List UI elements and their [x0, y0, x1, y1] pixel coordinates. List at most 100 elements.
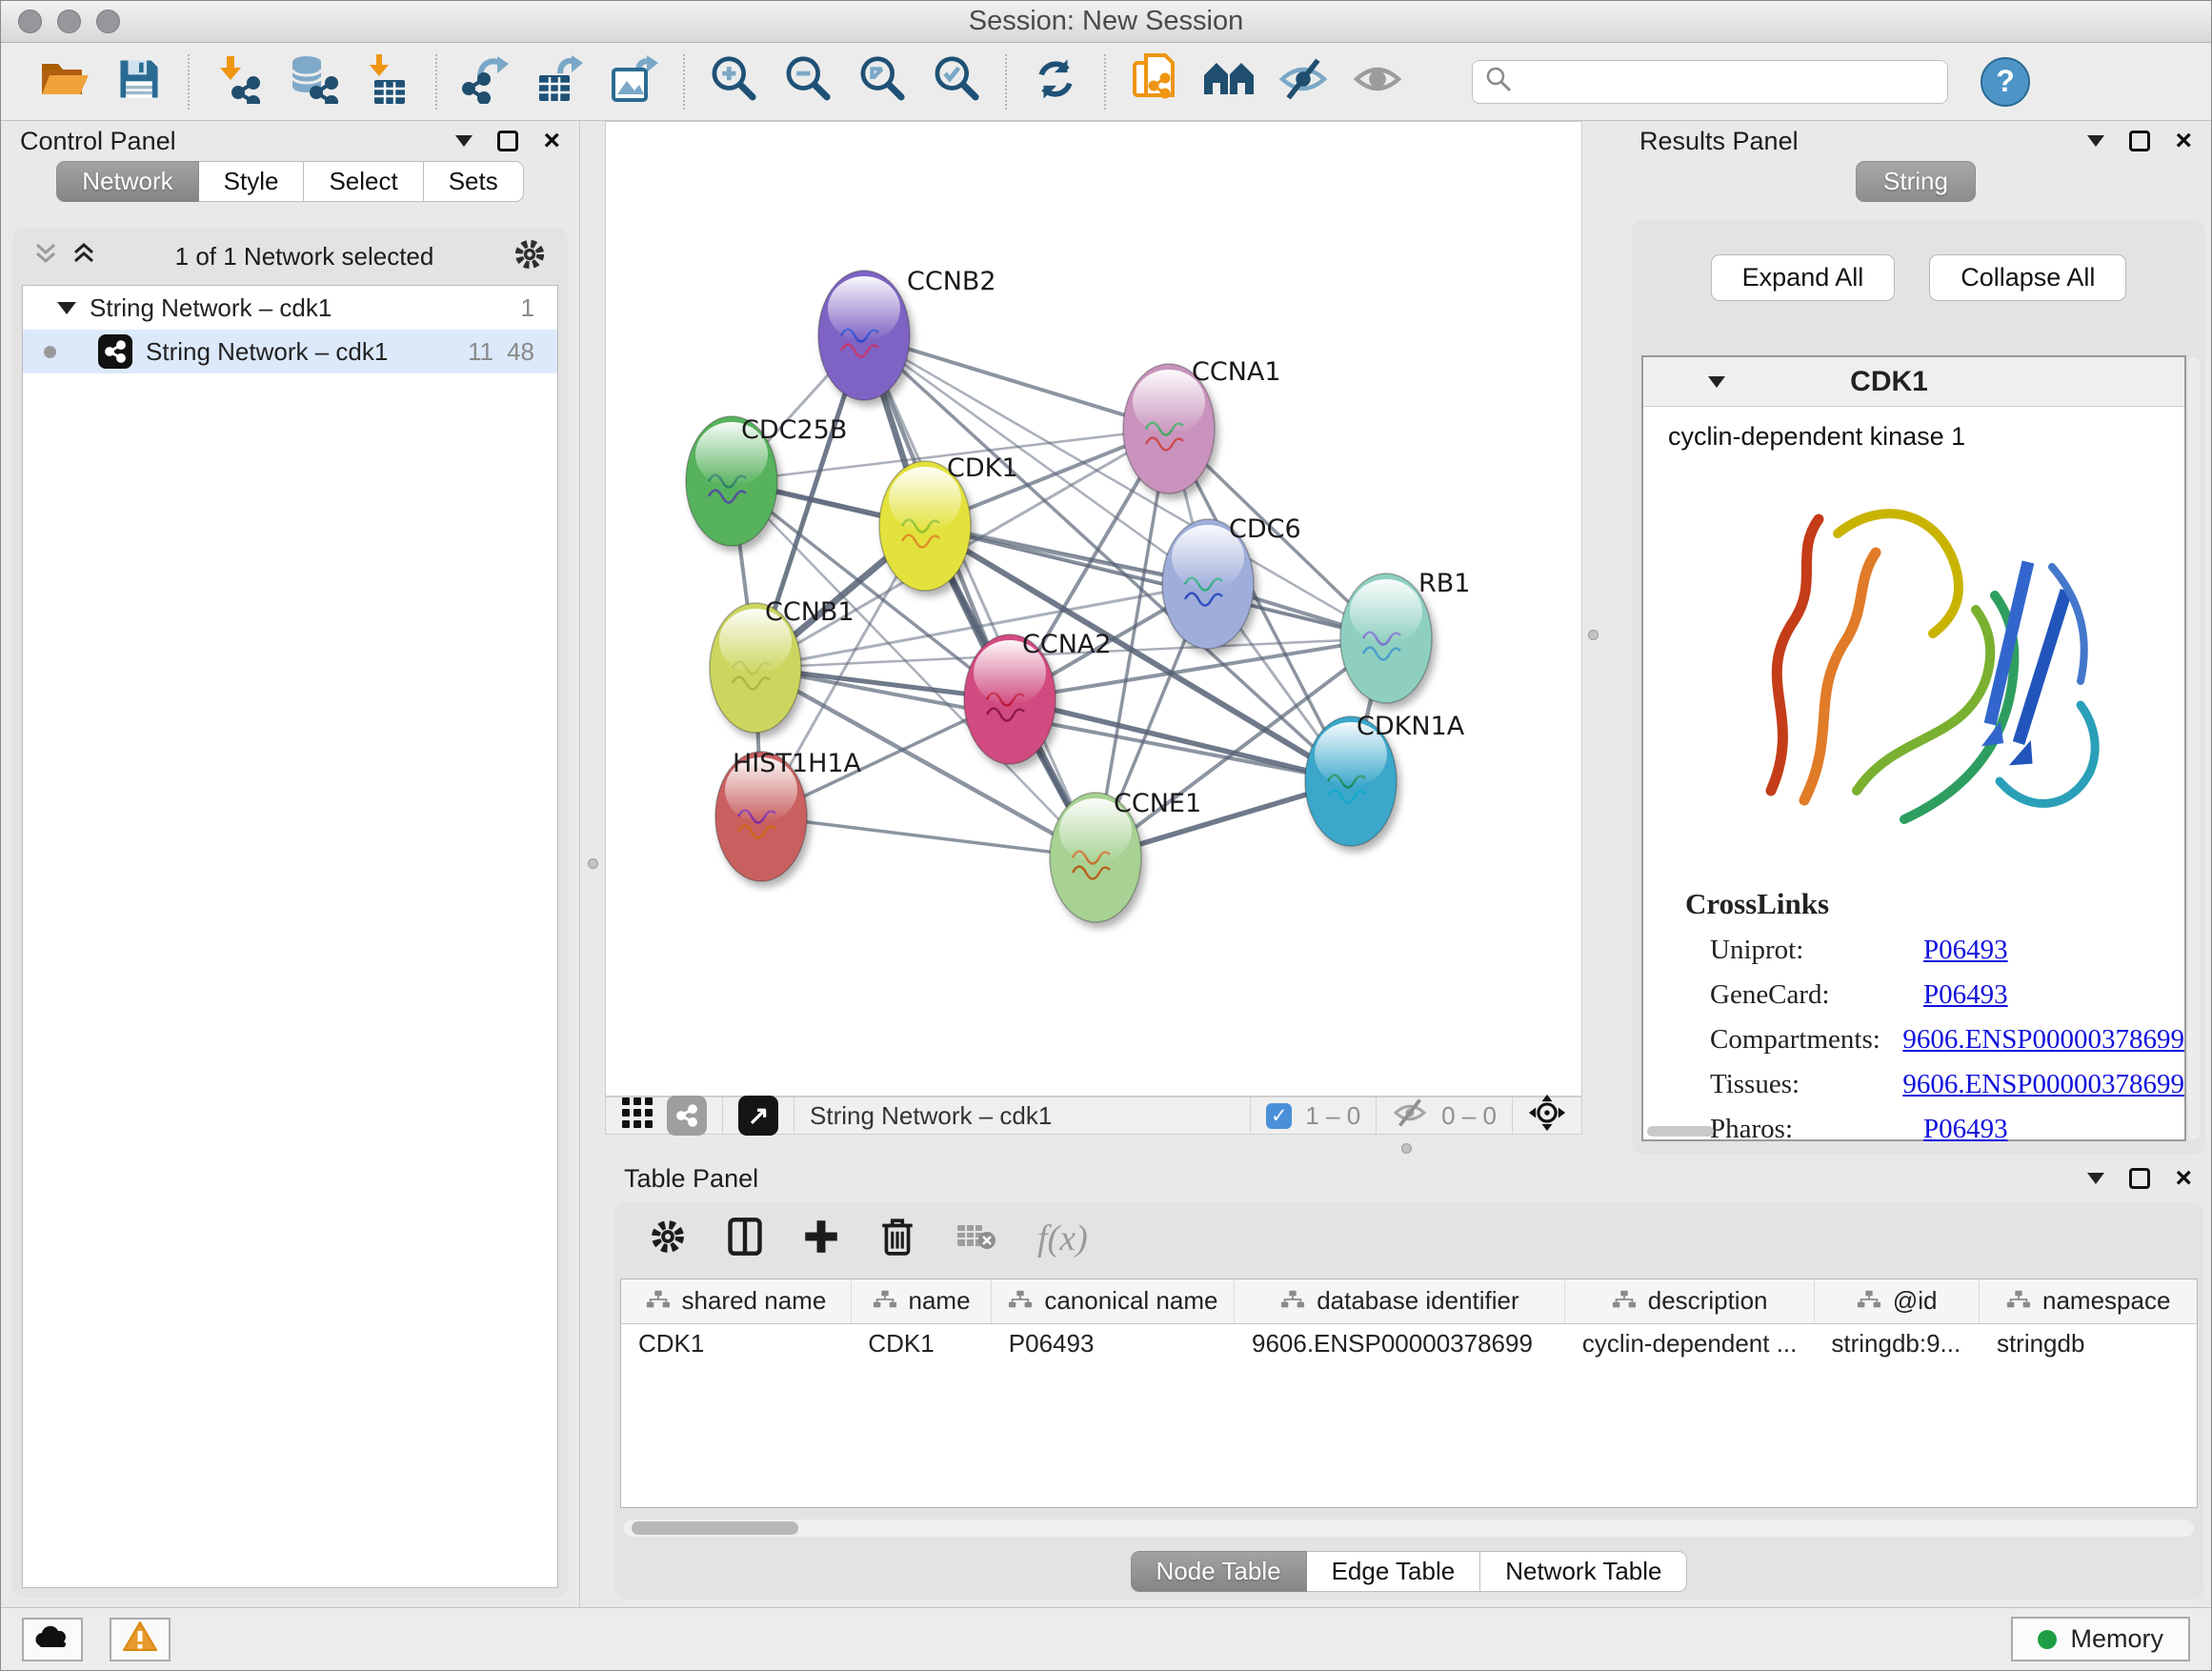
network-edge[interactable]	[864, 335, 1169, 429]
expand-all-networks-icon[interactable]	[71, 242, 96, 272]
bottom-splitter-handle[interactable]	[1401, 1143, 1412, 1154]
network-node-hist1h1a[interactable]: HIST1H1A	[715, 749, 862, 881]
table-cell[interactable]: stringdb:9...	[1814, 1323, 1980, 1363]
open-session-button[interactable]	[33, 50, 96, 113]
table-cell[interactable]: cyclin-dependent ...	[1565, 1323, 1814, 1363]
fit-content-button[interactable]	[851, 50, 914, 113]
table-cell[interactable]: CDK1	[621, 1323, 851, 1363]
selected-checkbox-icon[interactable]: ✓	[1266, 1103, 1292, 1129]
column-header-shared-name[interactable]: shared name	[621, 1279, 851, 1323]
memory-button[interactable]: Memory	[2011, 1617, 2190, 1661]
table-hscroll-thumb[interactable]	[632, 1521, 798, 1535]
crosslink-link[interactable]: P06493	[1923, 1114, 2008, 1145]
warnings-button[interactable]	[110, 1618, 171, 1661]
column-header-canonical-name[interactable]: canonical name	[992, 1279, 1235, 1323]
table-options-gear-icon[interactable]	[649, 1218, 687, 1260]
help-button[interactable]: ?	[1981, 57, 2030, 107]
float-panel-icon[interactable]	[2129, 1168, 2150, 1189]
close-panel-icon[interactable]: ×	[2175, 131, 2192, 151]
results-hscroll-thumb[interactable]	[1647, 1126, 1714, 1137]
cloud-status-button[interactable]	[22, 1618, 83, 1661]
export-network-button[interactable]	[454, 50, 517, 113]
create-column-icon[interactable]	[803, 1218, 839, 1259]
crosslink-row: Uniprot:P06493	[1685, 935, 2184, 966]
close-panel-icon[interactable]: ×	[543, 131, 560, 151]
export-image-button[interactable]	[603, 50, 666, 113]
gene-entry-header[interactable]: CDK1	[1643, 357, 2184, 407]
table-tab-network-table[interactable]: Network Table	[1480, 1551, 1687, 1592]
column-header-description[interactable]: description	[1565, 1279, 1814, 1323]
hide-selected-button[interactable]	[1272, 50, 1335, 113]
crosslink-link[interactable]: 9606.ENSP00000378699	[1902, 1069, 2184, 1100]
left-splitter-handle[interactable]	[588, 858, 598, 869]
control-tab-style[interactable]: Style	[199, 161, 305, 202]
network-row[interactable]: String Network – cdk1 11 48	[23, 330, 557, 373]
table-cell[interactable]: P06493	[992, 1323, 1235, 1363]
column-header-database-identifier[interactable]: database identifier	[1235, 1279, 1565, 1323]
search-input[interactable]	[1513, 67, 1936, 96]
collapse-all-networks-icon[interactable]	[33, 242, 58, 272]
detach-view-button[interactable]: ↗	[738, 1096, 778, 1136]
network-node-ccne1[interactable]: CCNE1	[1050, 789, 1201, 922]
collapse-all-button[interactable]: Collapse All	[1929, 254, 2126, 301]
control-tab-network[interactable]: Network	[56, 161, 198, 202]
network-edge[interactable]	[864, 335, 1096, 857]
network-node-rb1[interactable]: RB1	[1340, 569, 1470, 703]
panel-menu-icon[interactable]	[2087, 135, 2104, 147]
column-header-namespace[interactable]: namespace	[1980, 1279, 2197, 1323]
column-header-name[interactable]: name	[851, 1279, 992, 1323]
network-node-ccnb2[interactable]: CCNB2	[818, 267, 996, 400]
results-vscroll-track[interactable]	[2188, 357, 2200, 1139]
table-hscroll-track[interactable]	[624, 1520, 2194, 1537]
network-node-cdkn1a[interactable]: CDKN1A	[1305, 712, 1465, 846]
collapse-entry-icon[interactable]	[1708, 376, 1725, 388]
table-tab-node-table[interactable]: Node Table	[1131, 1551, 1307, 1592]
control-tab-sets[interactable]: Sets	[424, 161, 524, 202]
zoom-in-button[interactable]	[702, 50, 765, 113]
birdseye-crosshair-icon[interactable]	[1528, 1094, 1566, 1138]
birdseye-grid-icon[interactable]	[621, 1097, 654, 1136]
float-panel-icon[interactable]	[497, 131, 518, 151]
network-graph[interactable]: CCNB2CCNA1CDC25BCDK1CDC6RB1CCNB1CCNA2CDK…	[606, 122, 1583, 1097]
network-node-ccna1[interactable]: CCNA1	[1123, 357, 1281, 493]
table-cell[interactable]: 9606.ENSP00000378699	[1235, 1323, 1565, 1363]
import-network-file-button[interactable]	[207, 50, 270, 113]
network-options-gear-icon[interactable]	[513, 237, 547, 276]
network-node-ccna2[interactable]: CCNA2	[964, 630, 1112, 764]
network-edge[interactable]	[761, 816, 1096, 857]
network-overview-button[interactable]	[667, 1096, 707, 1136]
table-tab-edge-table[interactable]: Edge Table	[1307, 1551, 1481, 1592]
import-table-button[interactable]	[355, 50, 418, 113]
close-panel-icon[interactable]: ×	[2175, 1168, 2192, 1189]
first-neighbors-button[interactable]	[1197, 50, 1260, 113]
table-row[interactable]: CDK1CDK1P064939606.ENSP00000378699cyclin…	[621, 1323, 2197, 1363]
float-panel-icon[interactable]	[2129, 131, 2150, 151]
network-node-cdc25b[interactable]: CDC25B	[686, 415, 847, 546]
collection-expand-icon[interactable]	[57, 302, 76, 314]
show-columns-icon[interactable]	[727, 1217, 763, 1261]
save-session-button[interactable]	[108, 50, 171, 113]
crosslink-link[interactable]: P06493	[1923, 935, 2008, 966]
import-network-database-button[interactable]	[281, 50, 344, 113]
clone-network-button[interactable]	[1123, 50, 1186, 113]
table-cell[interactable]: stringdb	[1980, 1323, 2197, 1363]
panel-menu-icon[interactable]	[455, 135, 473, 147]
network-node-cdc6[interactable]: CDC6	[1162, 514, 1301, 649]
crosslink-link[interactable]: P06493	[1923, 979, 2008, 1011]
zoom-selected-button[interactable]	[925, 50, 988, 113]
crosslink-link[interactable]: 9606.ENSP00000378699	[1902, 1024, 2184, 1056]
zoom-out-button[interactable]	[776, 50, 839, 113]
tab-string[interactable]: String	[1856, 161, 1976, 202]
control-tab-select[interactable]: Select	[304, 161, 423, 202]
export-table-button[interactable]	[529, 50, 592, 113]
expand-all-button[interactable]: Expand All	[1711, 254, 1896, 301]
network-collection-row[interactable]: String Network – cdk1 1	[23, 286, 557, 330]
network-canvas[interactable]: CCNB2CCNA1CDC25BCDK1CDC6RB1CCNB1CCNA2CDK…	[605, 121, 1582, 1097]
table-cell[interactable]: CDK1	[851, 1323, 992, 1363]
right-splitter-handle[interactable]	[1588, 630, 1599, 640]
delete-column-trash-icon[interactable]	[879, 1217, 915, 1261]
panel-menu-icon[interactable]	[2087, 1173, 2104, 1184]
refresh-view-button[interactable]	[1024, 50, 1087, 113]
show-all-button[interactable]	[1346, 50, 1409, 113]
column-header--id[interactable]: @id	[1814, 1279, 1980, 1323]
